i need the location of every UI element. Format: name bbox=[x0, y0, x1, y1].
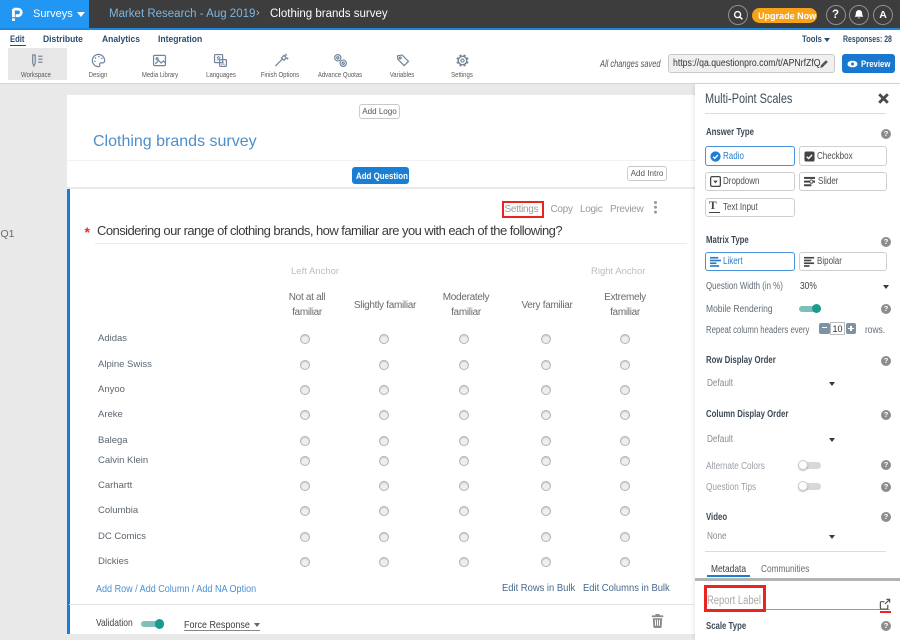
svg-text:A: A bbox=[221, 62, 225, 68]
